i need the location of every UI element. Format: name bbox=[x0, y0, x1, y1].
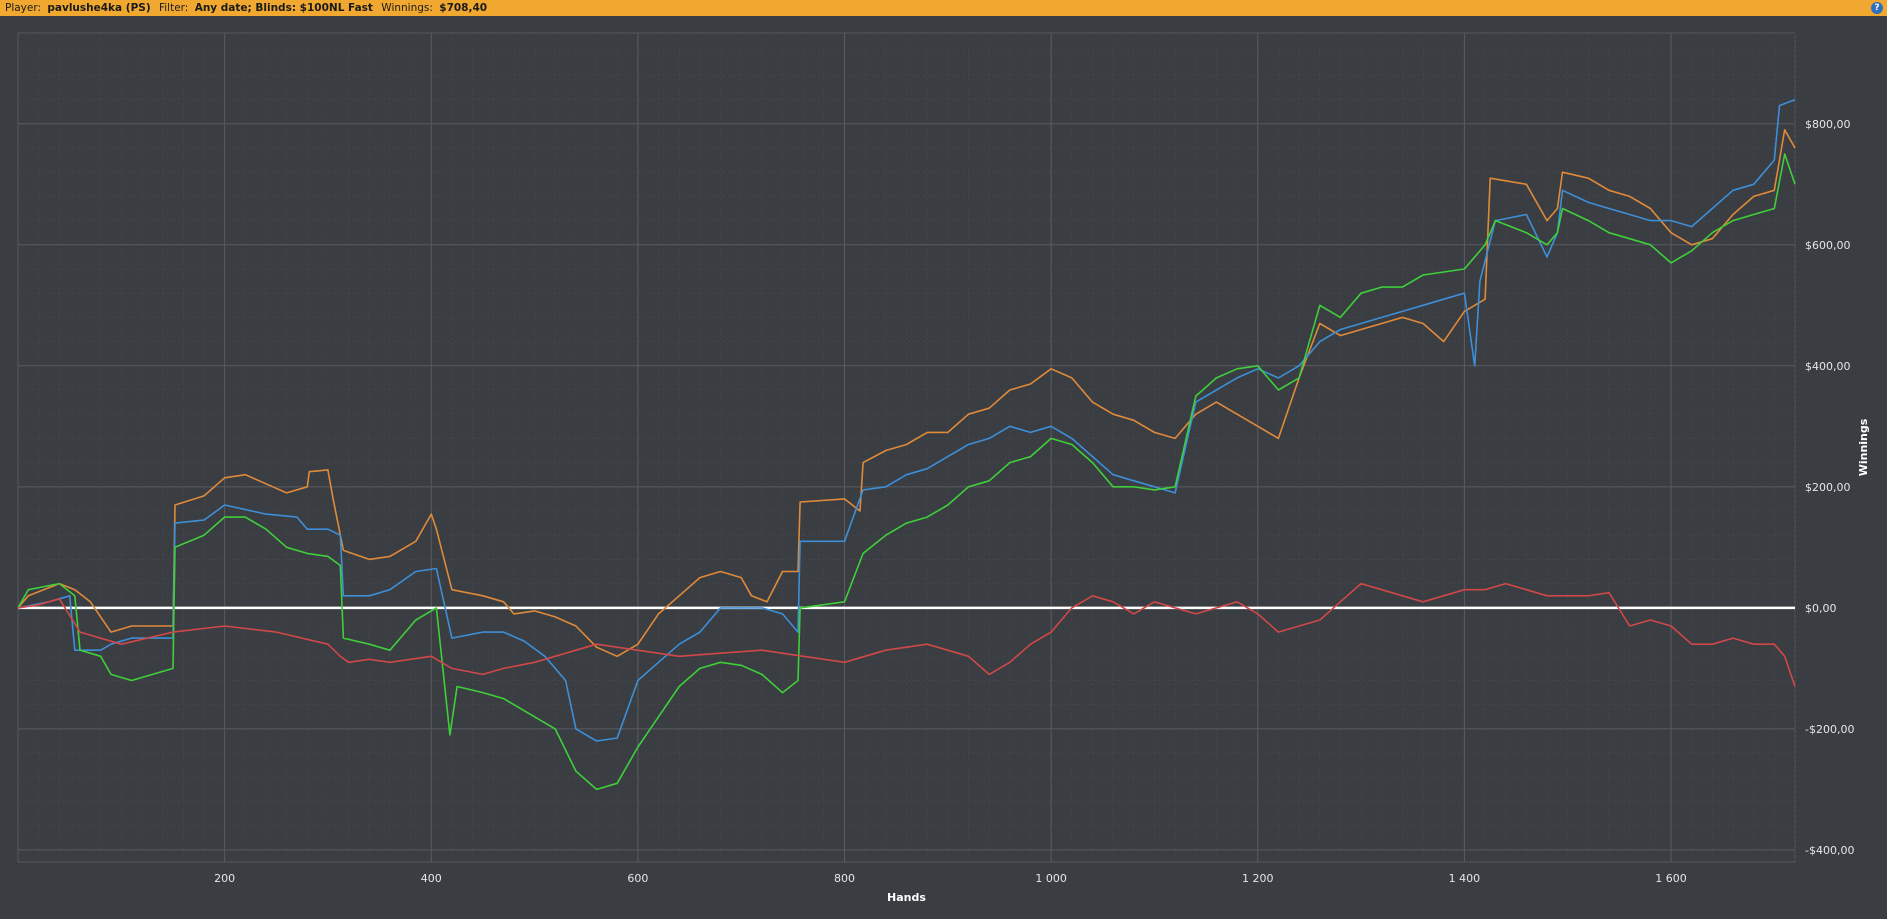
plot-area bbox=[17, 32, 1796, 863]
x-tick-label: 600 bbox=[627, 872, 648, 885]
chart-grid bbox=[17, 32, 1796, 863]
player-label: Player: bbox=[5, 2, 42, 14]
x-tick-label: 400 bbox=[421, 872, 442, 885]
y-axis-title: Winnings bbox=[1857, 418, 1870, 476]
x-tick-label: 1 600 bbox=[1655, 872, 1687, 885]
help-icon[interactable]: ? bbox=[1871, 2, 1883, 14]
y-tick-label: $400,00 bbox=[1805, 360, 1851, 373]
x-tick-label: 1 400 bbox=[1449, 872, 1481, 885]
y-tick-label: $0,00 bbox=[1805, 602, 1837, 615]
filter-value[interactable]: Any date; Blinds: $100NL Fast bbox=[195, 0, 373, 16]
y-tick-label: -$200,00 bbox=[1805, 723, 1854, 736]
filter-header-bar: Player: pavlushe4ka (PS) Filter: Any dat… bbox=[0, 0, 1887, 16]
x-tick-label: 800 bbox=[834, 872, 855, 885]
y-tick-label: $200,00 bbox=[1805, 481, 1851, 494]
y-tick-label: -$400,00 bbox=[1805, 844, 1854, 857]
player-name[interactable]: pavlushe4ka (PS) bbox=[47, 0, 150, 16]
x-axis-title: Hands bbox=[887, 891, 926, 904]
x-tick-label: 200 bbox=[214, 872, 235, 885]
winnings-value: $708,40 bbox=[439, 2, 488, 14]
x-tick-label: 1 200 bbox=[1242, 872, 1274, 885]
winnings-chart: 200 400 600 800 1 000 1 200 1 400 1 600 -$400,0… bbox=[17, 32, 1870, 904]
y-axis-ticks: -$400,00 -$200,00 $0,00 $200,00 $400,00 $600,… bbox=[1805, 118, 1854, 857]
x-axis-ticks: 200 400 600 800 1 000 1 200 1 400 1 600 bbox=[214, 872, 1687, 885]
y-tick-label: $600,00 bbox=[1805, 239, 1851, 252]
y-tick-label: $800,00 bbox=[1805, 118, 1851, 131]
winnings-label: Winnings: bbox=[381, 2, 433, 14]
filter-label: Filter: bbox=[158, 2, 189, 14]
x-tick-label: 1 000 bbox=[1035, 872, 1067, 885]
